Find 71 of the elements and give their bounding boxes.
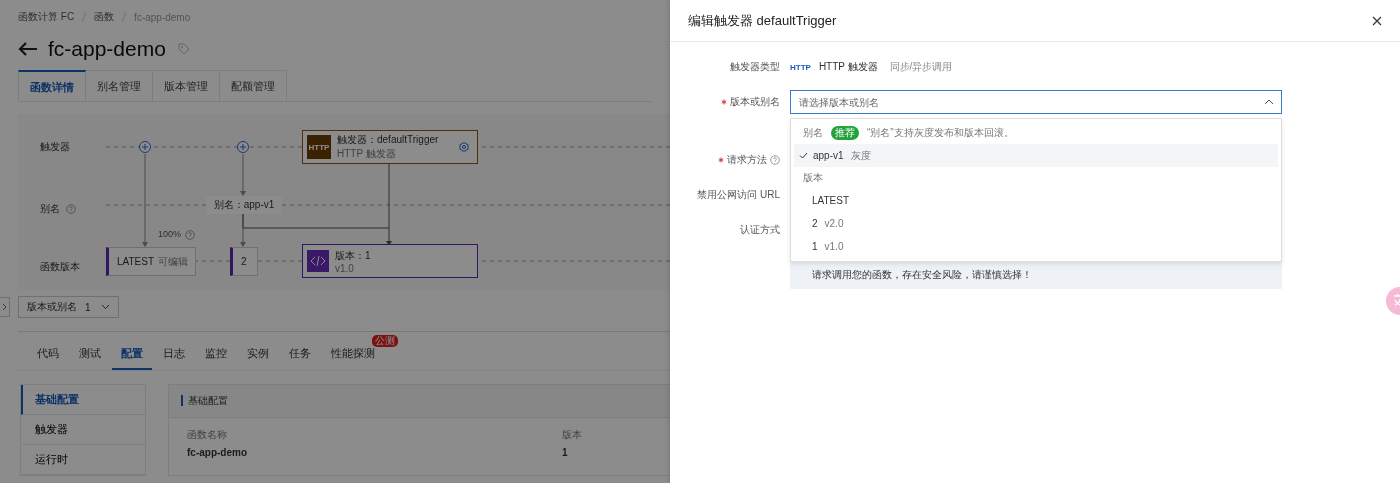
field-label: 请求方法 (727, 153, 767, 167)
tab[interactable]: 监控 (196, 342, 236, 370)
tab[interactable]: 函数详情 (18, 70, 86, 101)
chevron-icon (2, 303, 7, 311)
field-label: 版本 (562, 428, 583, 442)
check-icon (799, 152, 808, 159)
panel-title: 基础配置 (181, 395, 228, 406)
node-subtitle: v1.0 (335, 262, 355, 274)
close-icon[interactable] (1372, 15, 1382, 26)
node-title: 触发器：defaultTrigger (337, 133, 440, 147)
tab[interactable]: 实例 (238, 342, 278, 370)
field-label: 禁用公网访问 URL (697, 188, 780, 202)
field-value: 1 (562, 447, 569, 458)
recommended-badge: 推荐 (831, 126, 859, 140)
field-label: 认证方式 (740, 223, 780, 237)
breadcrumb-separator-icon (121, 12, 128, 22)
menu-item[interactable]: 基础配置 (21, 385, 145, 415)
add-icon[interactable] (139, 141, 151, 153)
page-title: fc-app-demo (48, 37, 166, 61)
http-logo: HTTP (307, 135, 331, 159)
add-icon[interactable] (237, 141, 249, 153)
version-node[interactable]: 2 (230, 247, 258, 276)
node-subtitle: HTTP 触发器 (337, 147, 397, 161)
dropdown-option[interactable]: app-v1 灰度 (794, 144, 1278, 167)
trigger-mode: 同步/异步调用 (889, 60, 953, 74)
lane-label: 函数版本 (40, 260, 80, 274)
node-title: 版本：1 (335, 248, 372, 263)
chevron-icon (1264, 99, 1274, 105)
group-label: 别名 (803, 126, 823, 140)
beta-badge: 公测 (372, 335, 398, 347)
connector-line (240, 153, 246, 196)
weight-label: 100% (158, 229, 182, 239)
dropdown-option[interactable]: LATEST (794, 189, 1278, 212)
alias-node[interactable]: 别名：app-v1 (206, 196, 282, 214)
breadcrumb-item[interactable]: 函数 (94, 10, 115, 24)
breadcrumb-item: fc-app-demo (134, 11, 191, 23)
lane-label: 别名 (40, 202, 60, 216)
breadcrumb-item[interactable]: 函数计算 FC (18, 10, 75, 24)
version-node[interactable]: 版本：1 v1.0 (302, 244, 478, 278)
dropdown-option[interactable]: 2 v2.0 (794, 212, 1278, 235)
drawer-title: 编辑触发器 defaultTrigger (688, 11, 837, 30)
notice-text: 请求调用您的函数，存在安全风险，请谨慎选择！ (812, 268, 1032, 282)
field-label: 函数名称 (187, 428, 228, 442)
breadcrumb-separator-icon (81, 12, 88, 22)
version-select[interactable]: 版本或别名 1 (18, 296, 119, 318)
dropdown-option[interactable]: 1 v1.0 (794, 235, 1278, 258)
tab[interactable]: 版本管理 (153, 70, 220, 101)
version-alias-select[interactable]: 请选择版本或别名 (790, 90, 1282, 114)
lane-label: 触发器 (40, 140, 70, 154)
field-label: 版本或别名 (730, 95, 780, 109)
help-icon (185, 230, 195, 240)
http-logo: HTTP (790, 62, 811, 72)
tab[interactable]: 任务 (280, 342, 320, 370)
tab[interactable]: 日志 (154, 342, 194, 370)
field-value: fc-app-demo (187, 447, 248, 458)
tab[interactable]: 配置 (112, 342, 152, 370)
settings-icon[interactable] (459, 142, 469, 152)
tab[interactable]: 测试 (70, 342, 110, 370)
tag-icon[interactable] (177, 43, 190, 55)
expand-button[interactable] (0, 297, 10, 317)
field-label: 触发器类型 (730, 60, 780, 74)
code-icon (307, 250, 329, 272)
group-hint: “别名”支持灰度发布和版本回滚。 (867, 126, 1014, 140)
tab[interactable]: 配额管理 (220, 70, 287, 101)
tab[interactable]: 别名管理 (86, 70, 153, 101)
version-node[interactable]: LATEST 可编辑 (106, 247, 196, 276)
back-arrow-icon[interactable] (18, 41, 38, 57)
trigger-type-value: HTTP 触发器 (818, 60, 878, 74)
caret-icon (100, 304, 110, 310)
tab[interactable]: 代码 (28, 342, 68, 370)
group-label: 版本 (803, 171, 823, 185)
